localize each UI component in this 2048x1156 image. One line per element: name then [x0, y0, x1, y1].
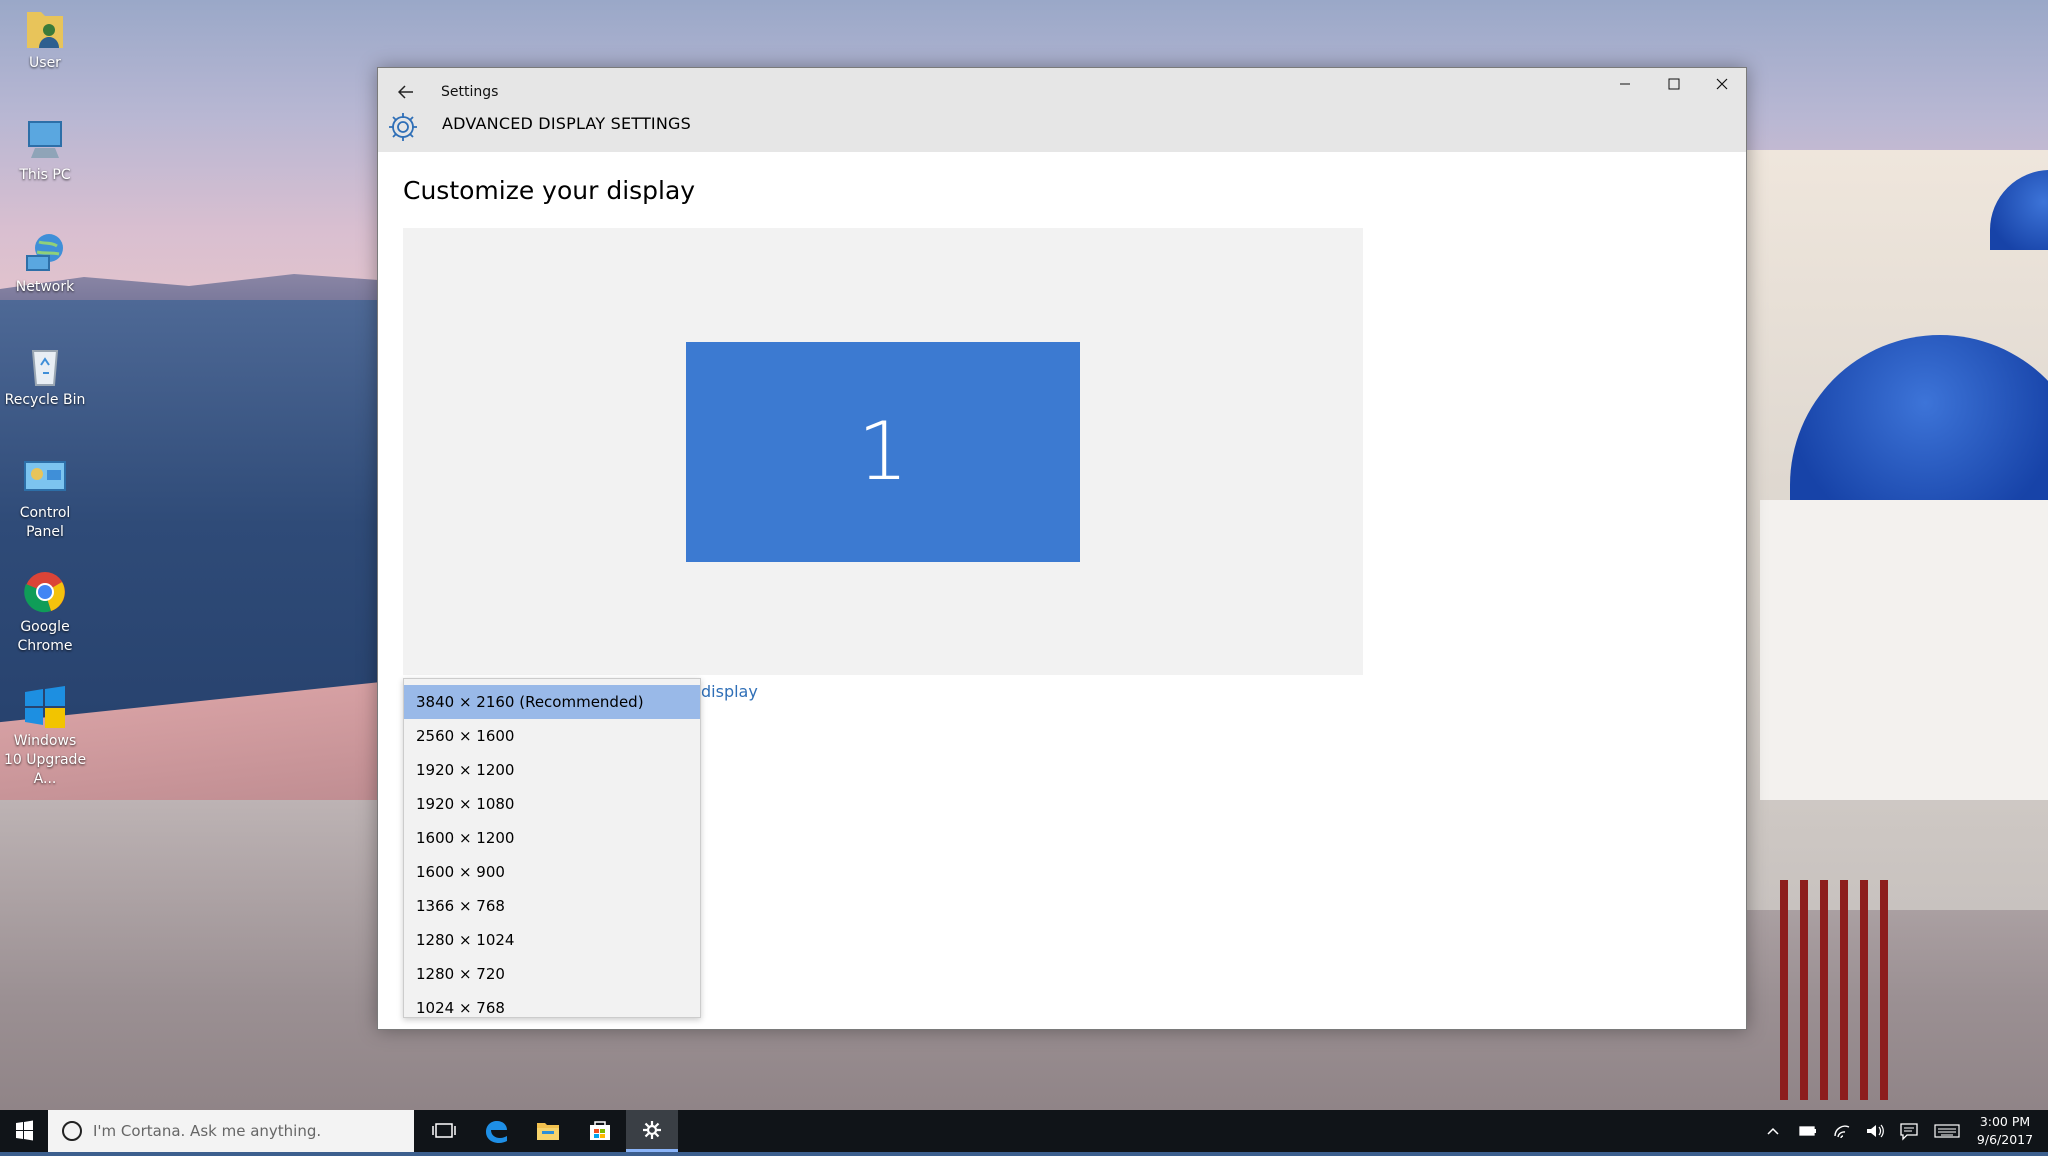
volume-icon[interactable]	[1864, 1120, 1886, 1142]
cortana-search-box[interactable]: I'm Cortana. Ask me anything.	[48, 1110, 414, 1152]
settings-taskbar-button[interactable]	[626, 1110, 678, 1152]
edge-icon	[486, 1121, 507, 1143]
start-button[interactable]	[0, 1110, 48, 1152]
resolution-option[interactable]: 2560 × 1600	[404, 719, 700, 753]
resolution-option[interactable]: 3840 × 2160 (Recommended)	[404, 685, 700, 719]
wifi-icon[interactable]	[1831, 1120, 1853, 1142]
resolution-option[interactable]: 1024 × 768	[404, 991, 700, 1017]
desktop-icon-google-chrome[interactable]: Google Chrome	[0, 570, 90, 656]
desktop-icon-label: Recycle Bin	[4, 392, 86, 408]
desktop-icon-label: Network	[15, 279, 75, 295]
maximize-icon	[1668, 78, 1680, 90]
windows-logo-icon	[21, 684, 69, 730]
desktop-icon-label: User	[29, 55, 61, 71]
page-title: Customize your display	[403, 176, 696, 205]
edge-button[interactable]	[470, 1110, 522, 1152]
desktop-icon-label: Google Chrome	[17, 619, 73, 654]
windows-start-icon	[16, 1120, 33, 1141]
resolution-dropdown-list[interactable]: 3840 × 2160 (Recommended) 2560 × 1600 19…	[403, 678, 701, 1018]
control-panel-icon	[21, 456, 69, 502]
resolution-option[interactable]: 1280 × 720	[404, 957, 700, 991]
desktop-icon-label: This PC	[19, 167, 71, 183]
page-header-title: ADVANCED DISPLAY SETTINGS	[442, 114, 691, 133]
back-button[interactable]	[388, 76, 424, 108]
user-folder-icon	[21, 6, 69, 52]
network-globe-icon	[21, 230, 69, 276]
task-view-icon	[432, 1123, 456, 1138]
battery-icon[interactable]	[1797, 1120, 1819, 1142]
task-view-button[interactable]	[418, 1110, 470, 1152]
display-preview-area: 1	[403, 228, 1363, 675]
resolution-option[interactable]: 1920 × 1080	[404, 787, 700, 821]
resolution-option[interactable]: 1920 × 1200	[404, 753, 700, 787]
chrome-icon	[21, 570, 69, 616]
arrow-left-icon	[397, 85, 413, 99]
store-button[interactable]	[574, 1110, 626, 1152]
gear-icon	[386, 110, 420, 144]
settings-icon	[643, 1121, 661, 1139]
search-placeholder: I'm Cortana. Ask me anything.	[93, 1122, 322, 1140]
recycle-bin-icon	[21, 343, 69, 389]
close-button[interactable]	[1698, 68, 1746, 102]
chevron-up-icon[interactable]	[1762, 1120, 1784, 1142]
desktop-icon-label: Control Panel	[19, 505, 71, 540]
window-title: Settings	[441, 84, 499, 100]
file-explorer-button[interactable]	[522, 1110, 574, 1152]
desktop-icon-label: Windows 10 Upgrade A...	[3, 733, 87, 787]
desktop-icon-windows-upgrade[interactable]: Windows 10 Upgrade A...	[0, 684, 90, 789]
desktop-icon-network[interactable]: Network	[0, 230, 90, 297]
minimize-icon	[1620, 83, 1630, 85]
minimize-button[interactable]	[1601, 68, 1649, 102]
taskbar: I'm Cortana. Ask me anything. 3:00 PM 9/…	[0, 1110, 2048, 1152]
cortana-icon	[62, 1121, 82, 1141]
file-explorer-icon	[537, 1123, 559, 1140]
window-titlebar: Settings ADVANCED DISPLAY SETTINGS	[378, 68, 1746, 152]
resolution-option[interactable]: 1600 × 900	[404, 855, 700, 889]
keyboard-icon[interactable]	[1934, 1120, 1960, 1142]
resolution-option[interactable]: 1600 × 1200	[404, 821, 700, 855]
desktop-icon-control-panel[interactable]: Control Panel	[0, 456, 90, 542]
system-clock[interactable]: 3:00 PM 9/6/2017	[1962, 1113, 2048, 1149]
resolution-option[interactable]: 1280 × 1024	[404, 923, 700, 957]
settings-window: Settings ADVANCED DISPLAY SETTINGS Custo…	[377, 67, 1747, 1030]
resolution-option[interactable]: 1366 × 768	[404, 889, 700, 923]
desktop-icon-recycle-bin[interactable]: Recycle Bin	[0, 343, 90, 410]
desktop-icon-this-pc[interactable]: This PC	[0, 118, 90, 185]
display-1-tile[interactable]: 1	[686, 342, 1080, 562]
close-icon	[1716, 78, 1728, 90]
computer-icon	[21, 118, 69, 164]
maximize-button[interactable]	[1650, 68, 1698, 102]
action-center-icon[interactable]	[1898, 1120, 1920, 1142]
clock-time: 3:00 PM	[1979, 1114, 2031, 1129]
identify-display-link[interactable]: display	[701, 682, 758, 701]
store-icon	[590, 1121, 610, 1140]
desktop-icon-user[interactable]: User	[0, 6, 90, 73]
clock-date: 9/6/2017	[1976, 1132, 2034, 1147]
